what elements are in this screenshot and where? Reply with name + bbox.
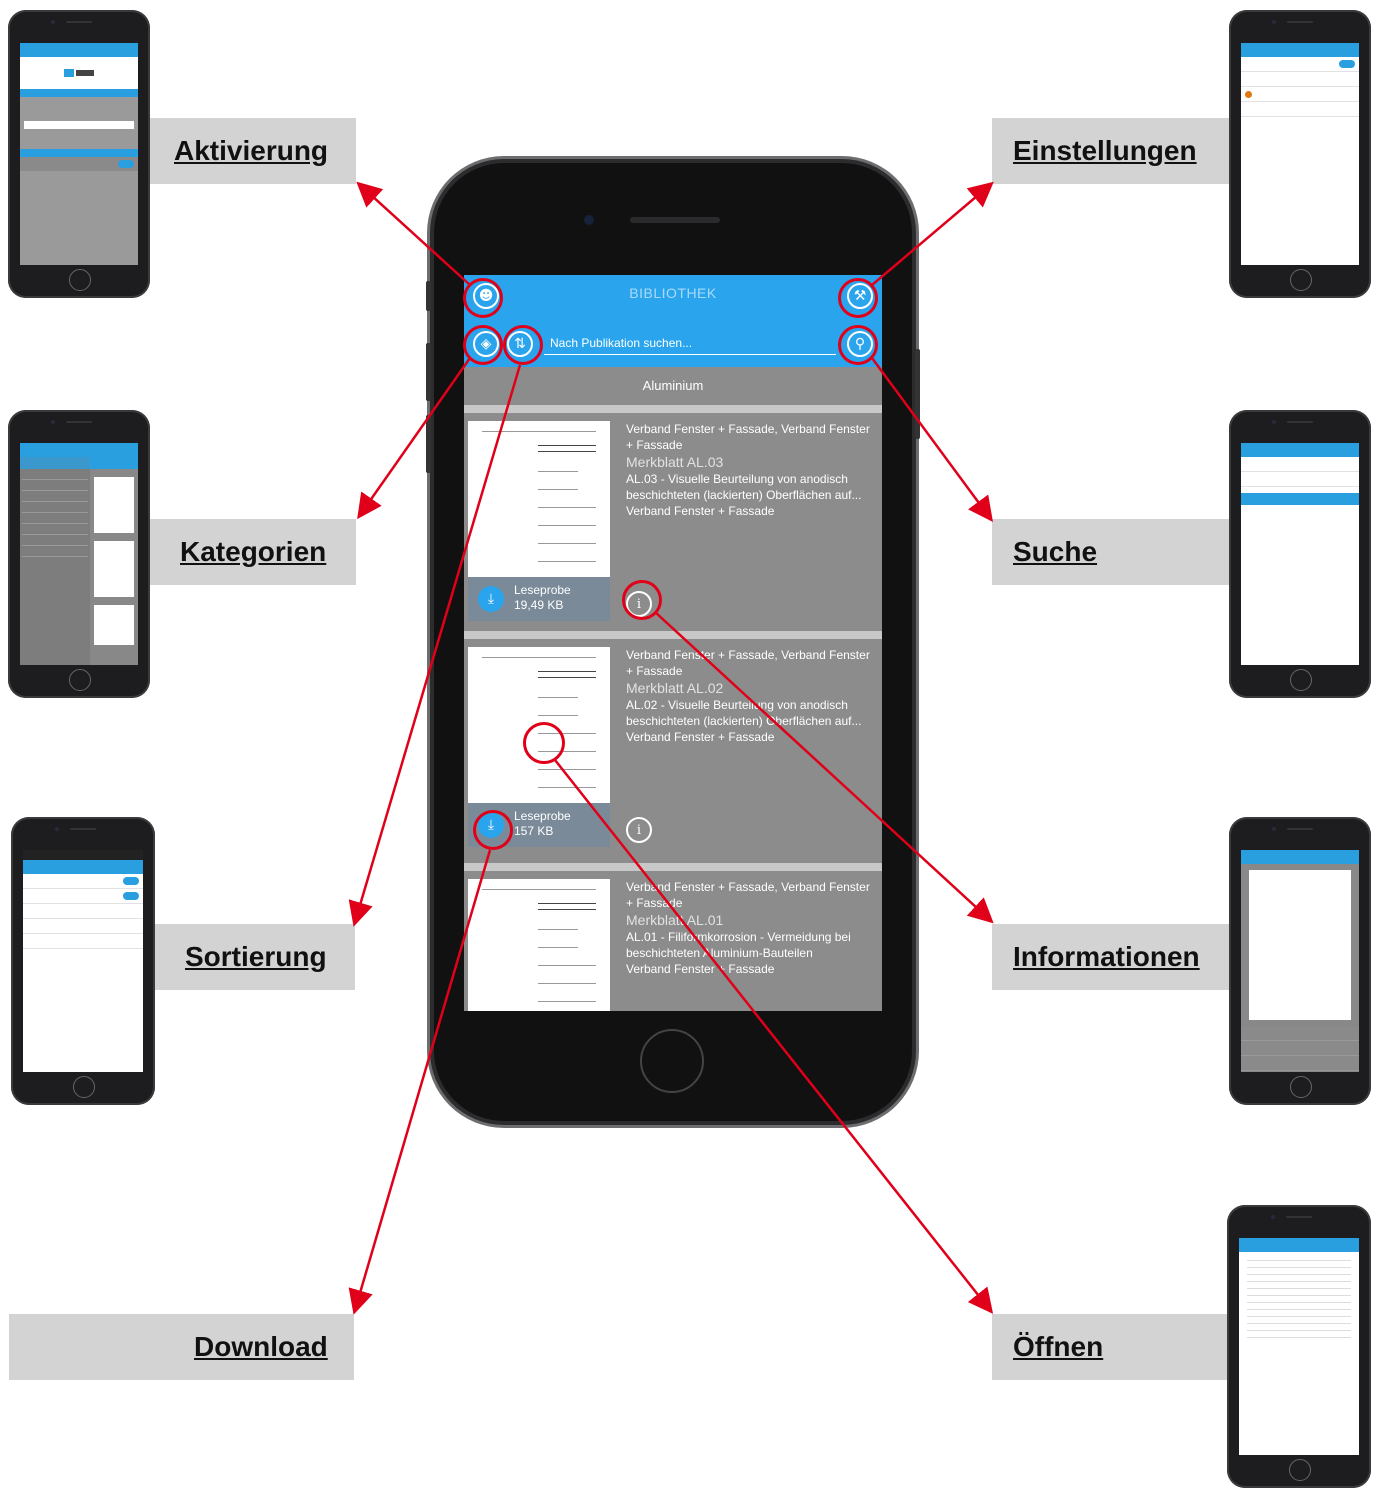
arrow-kategorien — [357, 357, 472, 520]
arrow-download — [348, 849, 492, 1315]
arrows-overlay — [348, 181, 994, 1315]
arrow-aktivierung — [356, 181, 471, 286]
arrow-einstellungen — [871, 181, 994, 286]
arrow-oeffnen — [554, 759, 994, 1314]
arrow-suche — [870, 357, 993, 523]
arrow-sortierung — [348, 364, 522, 927]
arrow-informationen — [654, 611, 994, 924]
